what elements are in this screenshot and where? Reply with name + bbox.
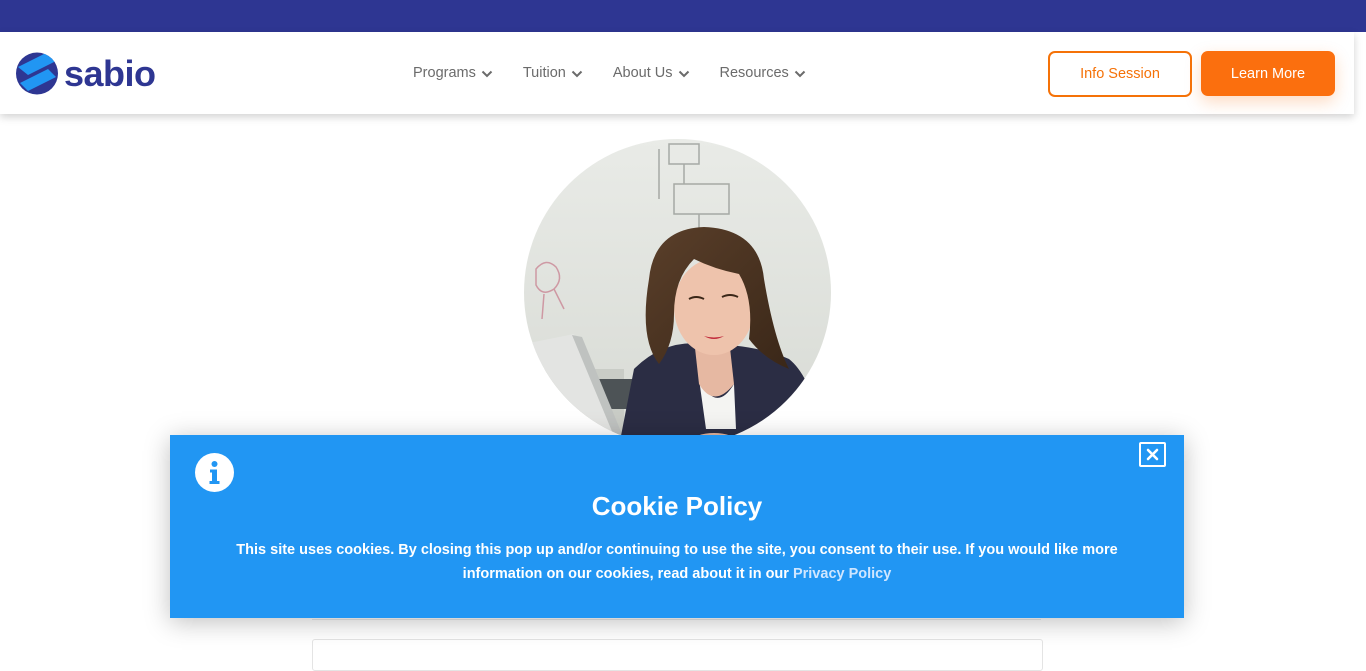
chevron-down-icon [481, 70, 493, 78]
sabio-logo-icon [16, 52, 58, 95]
cookie-banner: Cookie Policy This site uses cookies. By… [170, 435, 1184, 618]
nav-tuition[interactable]: Tuition [523, 65, 583, 81]
close-button[interactable] [1139, 442, 1166, 467]
main-nav: Programs Tuition About Us Resources [413, 32, 836, 114]
nav-programs[interactable]: Programs [413, 65, 493, 81]
nav-programs-label: Programs [413, 65, 476, 81]
info-icon [195, 453, 234, 492]
card-divider [312, 619, 1041, 620]
cookie-message: This site uses cookies. By closing this … [210, 538, 1144, 586]
info-session-button[interactable]: Info Session [1048, 51, 1192, 97]
chevron-down-icon [678, 70, 689, 78]
learn-more-button[interactable]: Learn More [1201, 51, 1335, 96]
student-photo [524, 139, 831, 446]
logo-text: sabio [64, 52, 156, 94]
nav-about-us[interactable]: About Us [613, 65, 690, 81]
cookie-text: This site uses cookies. By closing this … [236, 542, 1118, 582]
site-header: sabio Programs Tuition About Us Resource… [0, 32, 1354, 114]
cookie-title: Cookie Policy [591, 491, 763, 521]
logo[interactable]: sabio [16, 51, 181, 96]
nav-resources-label: Resources [719, 65, 789, 81]
nav-tuition-label: Tuition [522, 65, 566, 81]
chevron-down-icon [571, 70, 583, 78]
chevron-down-icon [794, 70, 806, 78]
top-strip [0, 0, 1366, 32]
content-card [312, 639, 1043, 671]
nav-about-us-label: About Us [612, 65, 673, 81]
nav-resources[interactable]: Resources [720, 65, 806, 81]
privacy-policy-link[interactable]: Privacy Policy [793, 566, 891, 582]
close-icon [1146, 448, 1159, 461]
